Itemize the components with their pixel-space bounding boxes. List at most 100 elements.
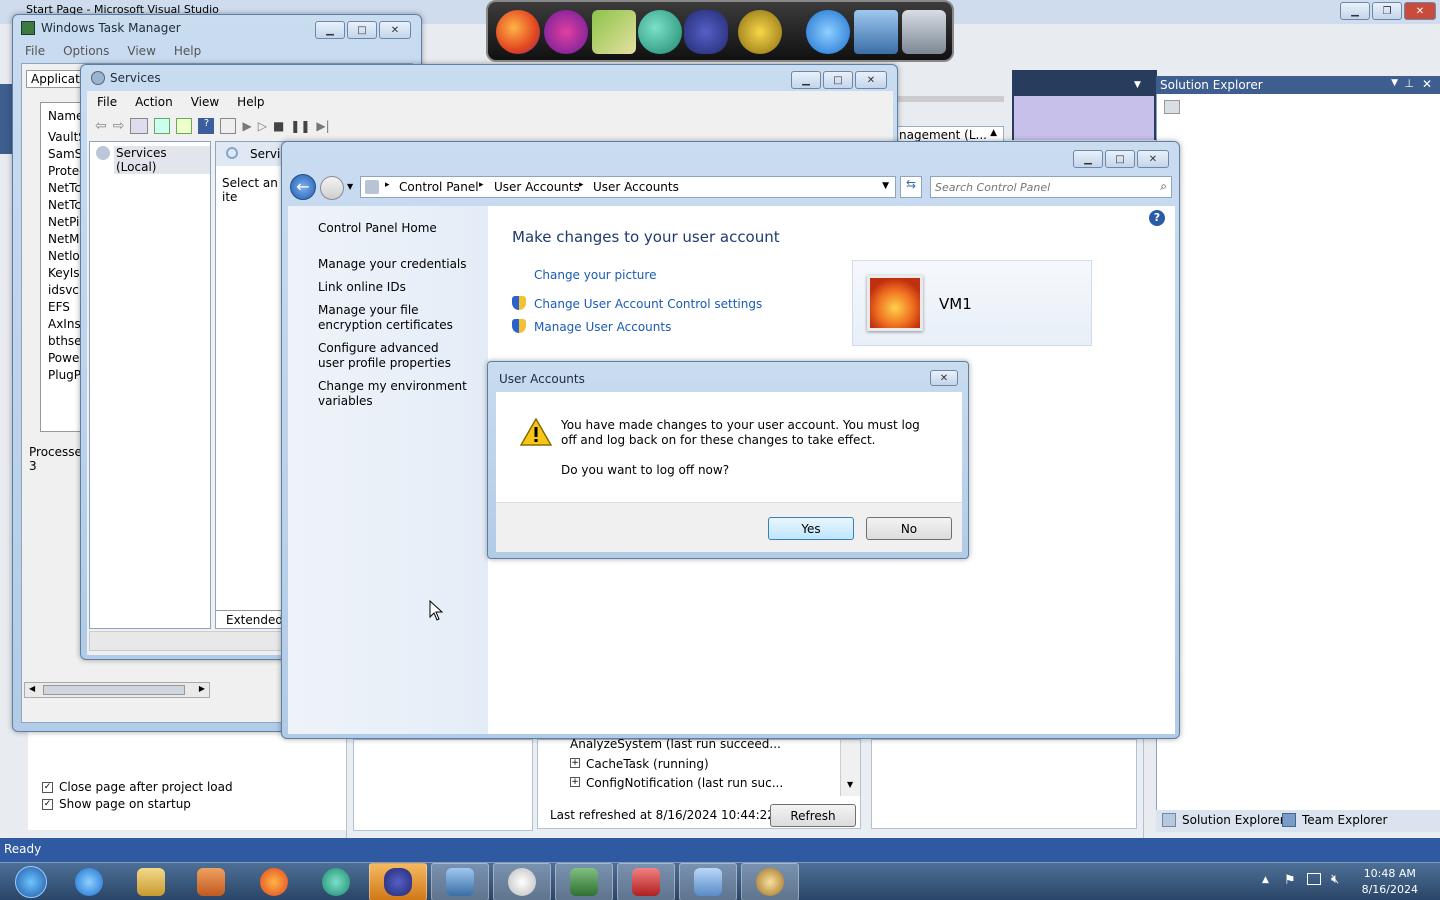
menu-file[interactable]: File xyxy=(25,44,45,58)
network-icon[interactable] xyxy=(1307,873,1321,885)
infinity-app-icon[interactable] xyxy=(684,10,728,54)
taskbar-media[interactable] xyxy=(182,863,240,900)
bee-app-icon[interactable] xyxy=(738,10,782,54)
address-bar[interactable]: ▸ Control Panel ▸ User Accounts ▸ User A… xyxy=(360,176,896,198)
refresh-button[interactable]: ⇆ xyxy=(900,176,922,198)
advanced-profile-link[interactable]: Configure advanced user profile properti… xyxy=(318,341,468,371)
breadcrumb-user-accounts-current[interactable]: User Accounts xyxy=(593,180,679,194)
vs-restore-button[interactable]: ❐ xyxy=(1372,2,1402,20)
vs-dropdown-icon[interactable]: ▼ xyxy=(1134,80,1141,90)
change-uac-link[interactable]: Change User Account Control settings xyxy=(534,297,762,311)
scroll-thumb[interactable] xyxy=(43,685,185,695)
back-icon[interactable]: ⇦ xyxy=(95,118,107,134)
search-icon[interactable]: ⌕ xyxy=(1160,179,1167,194)
tab-applications[interactable]: Applicatio xyxy=(26,70,90,88)
recent-pages-icon[interactable]: ▼ xyxy=(347,182,353,191)
recycle-bin-icon[interactable] xyxy=(902,10,946,54)
minimize-button[interactable]: ▁ xyxy=(315,21,345,39)
taskbar-ie[interactable] xyxy=(60,863,118,900)
task-scrollbar[interactable]: ▼ xyxy=(840,740,860,796)
menu-file[interactable]: File xyxy=(97,95,117,109)
vs-minimize-button[interactable]: ▁ xyxy=(1340,2,1370,20)
menu-help[interactable]: Help xyxy=(174,44,201,58)
maximize-button[interactable]: □ xyxy=(347,21,377,39)
forward-button[interactable] xyxy=(320,176,344,200)
environment-variables-link[interactable]: Change my environment variables xyxy=(318,379,468,409)
task-item[interactable]: CacheTask (running) xyxy=(586,757,709,771)
scroll-right-icon[interactable]: ▶ xyxy=(199,684,205,693)
maximize-button[interactable]: □ xyxy=(823,71,853,89)
yes-button[interactable]: Yes xyxy=(768,517,854,540)
taskbar-visual-studio[interactable] xyxy=(369,863,427,900)
account-picture[interactable] xyxy=(867,275,923,331)
properties-icon[interactable] xyxy=(1164,100,1180,114)
resume-icon[interactable]: ▶| xyxy=(316,119,329,133)
minimize-button[interactable]: ▁ xyxy=(791,71,821,89)
no-button[interactable]: No xyxy=(866,517,952,540)
menu-help[interactable]: Help xyxy=(237,95,264,109)
close-icon[interactable]: ✕ xyxy=(1422,77,1432,91)
flag-icon[interactable]: ⚑ xyxy=(1284,873,1296,888)
menu-view[interactable]: View xyxy=(127,44,155,58)
column-name[interactable]: Name xyxy=(48,109,83,123)
taskbar-task-manager[interactable] xyxy=(555,863,613,900)
export-icon[interactable] xyxy=(176,118,193,134)
expand-icon[interactable]: + xyxy=(570,758,580,768)
tab-solution-explorer[interactable]: Solution Explorer xyxy=(1182,813,1285,827)
scroll-down-icon[interactable]: ▼ xyxy=(847,780,853,789)
taskbar-services[interactable] xyxy=(679,863,737,900)
stop-icon[interactable]: ■ xyxy=(273,119,284,133)
taskbar-globe[interactable] xyxy=(307,863,365,900)
vs-close-button[interactable]: ✕ xyxy=(1404,2,1436,20)
breadcrumb-control-panel[interactable]: Control Panel xyxy=(399,180,479,194)
taskbar-explorer[interactable] xyxy=(122,863,180,900)
start-icon[interactable]: ▶ xyxy=(242,119,251,133)
collapse-icon[interactable]: ▲ xyxy=(990,128,997,138)
pause-icon[interactable]: ❚❚ xyxy=(290,119,310,133)
search-box[interactable]: ⌕ xyxy=(930,176,1172,198)
volume-muted-icon[interactable]: 🔇︎ xyxy=(1331,872,1339,887)
manage-user-accounts-link[interactable]: Manage User Accounts xyxy=(534,320,671,334)
expand-icon[interactable]: + xyxy=(570,777,580,787)
help-icon[interactable]: ? xyxy=(198,118,215,134)
dropdown-icon[interactable]: ▼ xyxy=(1391,78,1398,88)
computer-icon[interactable] xyxy=(854,10,898,54)
notepad-app-icon[interactable] xyxy=(592,10,636,54)
address-dropdown-icon[interactable]: ▼ xyxy=(882,181,889,191)
help-icon[interactable]: ? xyxy=(1149,210,1165,226)
minimize-button[interactable]: ▁ xyxy=(1073,150,1103,168)
tree-item-services-local[interactable]: Services (Local) xyxy=(114,146,210,174)
dialog-close-button[interactable]: ✕ xyxy=(930,370,958,386)
manage-credentials-link[interactable]: Manage your credentials xyxy=(318,257,467,271)
menu-view[interactable]: View xyxy=(191,95,219,109)
tab-team-explorer[interactable]: Team Explorer xyxy=(1302,813,1388,827)
link-online-ids-link[interactable]: Link online IDs xyxy=(318,280,406,294)
maximize-button[interactable]: □ xyxy=(1105,150,1135,168)
search-input[interactable] xyxy=(935,179,1147,195)
close-button[interactable]: ✕ xyxy=(379,21,411,39)
taskbar-firefox[interactable] xyxy=(245,863,303,900)
horizontal-scrollbar[interactable]: ◀ ▶ xyxy=(24,682,210,698)
properties-icon[interactable] xyxy=(220,118,237,134)
pin-icon[interactable]: ⊥ xyxy=(1404,77,1414,90)
taskbar-computer[interactable] xyxy=(431,863,489,900)
scroll-left-icon[interactable]: ◀ xyxy=(29,684,35,693)
refresh-icon[interactable] xyxy=(154,118,171,134)
show-on-startup-checkbox[interactable]: ✓ xyxy=(42,799,53,810)
close-button[interactable]: ✕ xyxy=(855,71,887,89)
taskbar-user-accounts[interactable] xyxy=(741,863,799,900)
taskbar-toolbox[interactable] xyxy=(617,863,675,900)
firefox-icon[interactable] xyxy=(496,10,540,54)
taskbar-clock-app[interactable] xyxy=(493,863,551,900)
close-button[interactable]: ✕ xyxy=(1137,150,1169,168)
show-hidden-icons[interactable]: ▲ xyxy=(1262,875,1269,885)
mask-app-icon[interactable] xyxy=(544,10,588,54)
show-hide-tree-icon[interactable] xyxy=(130,118,149,134)
back-button[interactable]: ← xyxy=(290,174,316,200)
start-button[interactable] xyxy=(2,863,60,900)
globe-app-icon[interactable] xyxy=(638,10,682,54)
change-picture-link[interactable]: Change your picture xyxy=(534,268,656,282)
control-panel-home-link[interactable]: Control Panel Home xyxy=(318,221,437,235)
clock[interactable]: 10:48 AM 8/16/2024 xyxy=(1362,866,1418,898)
refresh-button[interactable]: Refresh xyxy=(770,804,856,827)
